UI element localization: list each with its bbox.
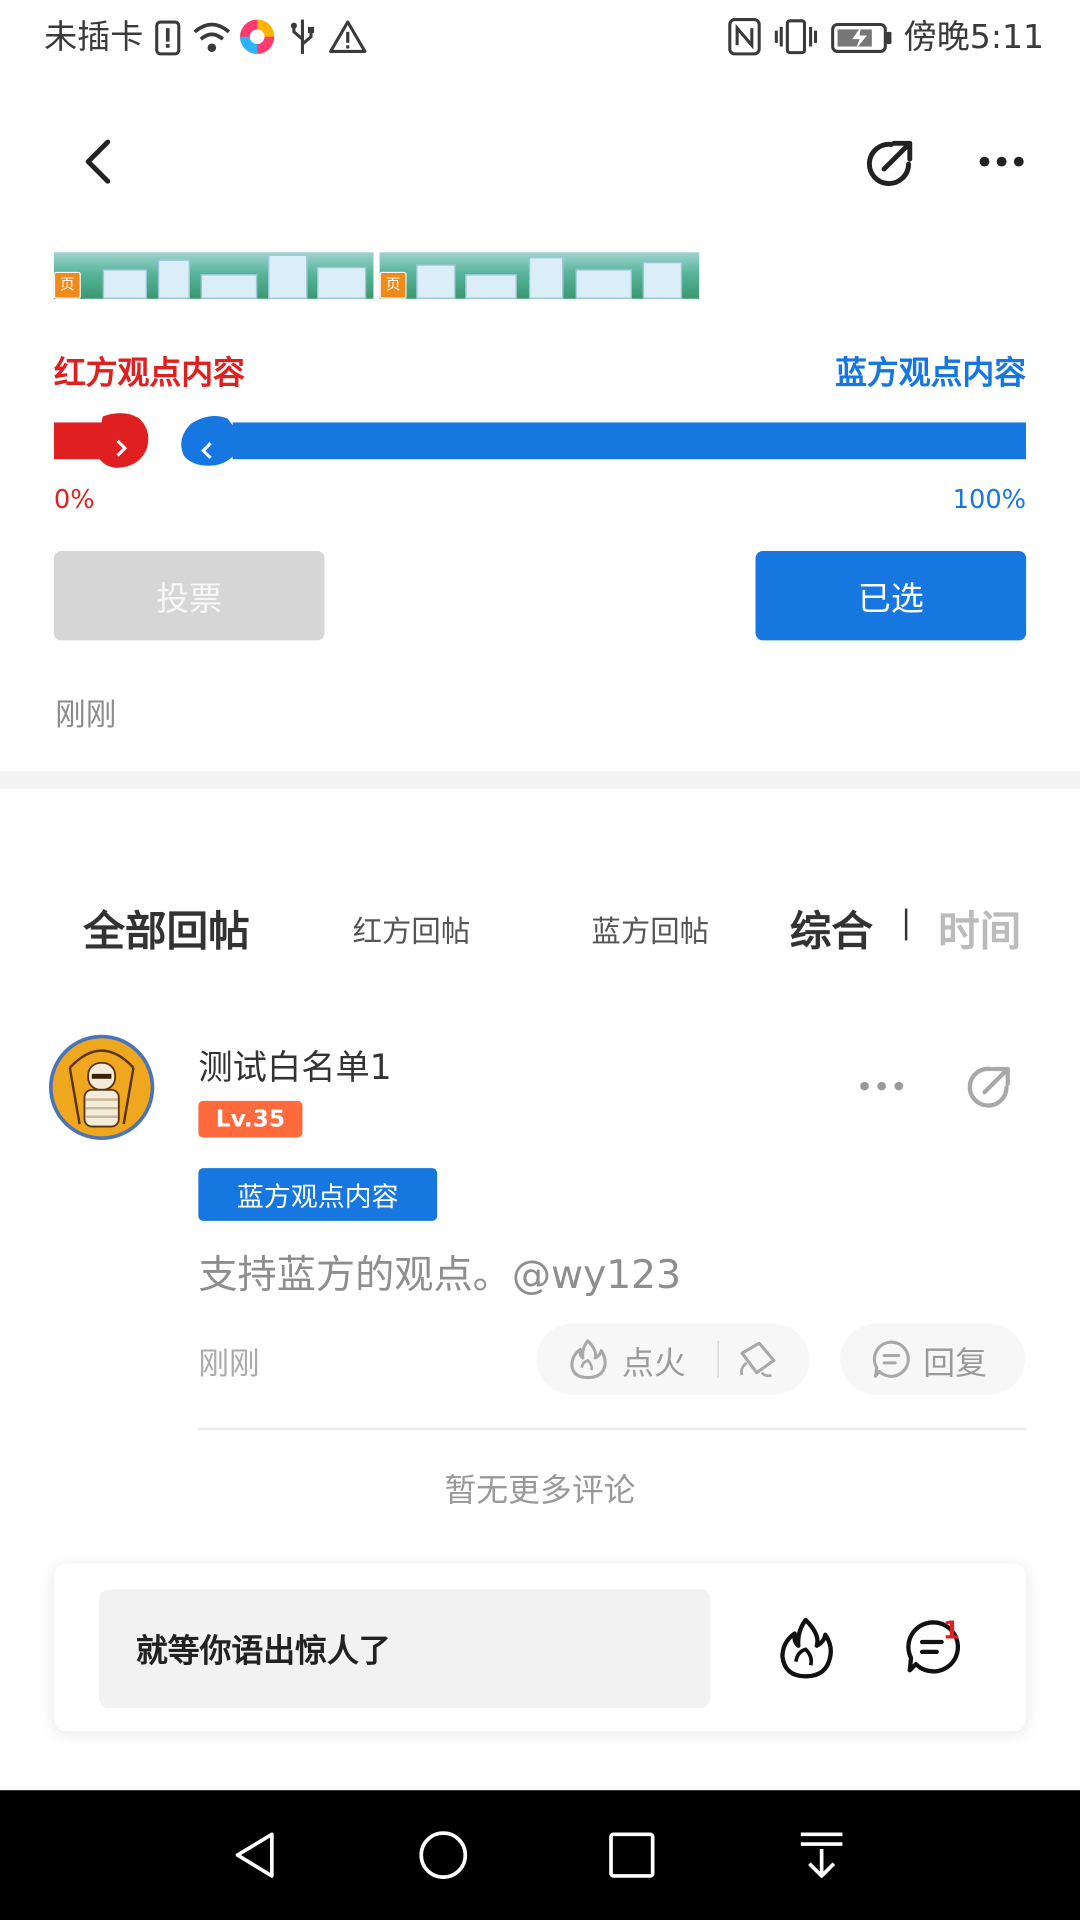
tab-blue-replies[interactable]: 蓝方回帖 (591, 907, 709, 950)
tab-red-replies[interactable]: 红方回帖 (353, 907, 471, 950)
more-dots-icon (979, 156, 1024, 167)
nav-back-icon[interactable] (230, 1829, 281, 1880)
reply-button[interactable]: 回复 (840, 1323, 1025, 1395)
level-badge: Lv.35 (198, 1100, 303, 1138)
vote-ratio-bar (53, 413, 1027, 468)
sort-time[interactable]: 时间 (938, 898, 1021, 958)
share-icon (866, 140, 913, 186)
section-divider (0, 771, 1080, 789)
share-button[interactable] (857, 132, 921, 196)
no-more-comments-text: 暂无更多评论 (444, 1473, 636, 1510)
vibrate-icon (774, 19, 818, 55)
comment-count-badge: 1 (942, 1615, 960, 1645)
usb-icon (290, 19, 315, 54)
topic-timestamp: 刚刚 (55, 696, 117, 733)
sort-composite[interactable]: 综合 (790, 898, 873, 958)
fire-button[interactable]: 点火 (536, 1323, 810, 1395)
avatar[interactable] (48, 1034, 155, 1141)
wifi-icon (193, 22, 231, 53)
comment-input[interactable]: 就等你语出惊人了 (99, 1589, 711, 1709)
fire-icon (570, 1339, 607, 1380)
nav-recents-icon[interactable] (607, 1831, 656, 1880)
sort-separator (904, 908, 908, 941)
tab-all-replies[interactable]: 全部回帖 (83, 898, 250, 958)
carrier-text: 未插卡 (44, 18, 144, 57)
chevron-left-icon (85, 139, 111, 184)
banner-image[interactable]: 页 (53, 252, 374, 299)
side-tag: 蓝方观点内容 (198, 1168, 438, 1221)
status-bar: 未插卡 傍晚5:11 (0, 0, 1080, 76)
clock-text: 傍晚5:11 (903, 18, 1045, 57)
nav-home-icon[interactable] (418, 1829, 469, 1880)
post-divider (198, 1427, 1027, 1431)
selected-button[interactable]: 已选 (755, 551, 1027, 641)
sim-alert-icon (155, 20, 181, 56)
post-more-button[interactable] (857, 1068, 906, 1105)
post-share-button[interactable] (962, 1060, 1016, 1114)
warning-icon (329, 20, 367, 53)
red-fist-icon (95, 413, 149, 468)
blue-percentage: 100% (952, 484, 1027, 515)
post-username[interactable]: 测试白名单1 (198, 1041, 391, 1090)
fire-icon[interactable] (778, 1616, 834, 1680)
water-bucket-icon[interactable] (735, 1338, 782, 1380)
more-dots-icon (860, 1081, 904, 1091)
battery-icon (831, 22, 892, 53)
mummy-avatar-icon (68, 1049, 135, 1128)
red-side-label: 红方观点内容 (53, 355, 245, 392)
red-percentage: 0% (53, 484, 95, 515)
vote-button[interactable]: 投票 (53, 551, 325, 641)
comment-icon (872, 1340, 910, 1378)
post-content: 支持蓝方的观点。@wy123 (198, 1251, 682, 1298)
blue-bar (232, 422, 1027, 460)
back-button[interactable] (64, 127, 133, 196)
nfc-icon (728, 18, 761, 56)
comment-input-placeholder: 就等你语出惊人了 (135, 1633, 391, 1671)
banner-image[interactable]: 页 (379, 252, 700, 299)
blue-side-label: 蓝方观点内容 (835, 355, 1027, 392)
system-nav-bar (0, 1790, 1080, 1920)
app-logo-icon (240, 19, 275, 54)
more-button[interactable] (972, 132, 1031, 191)
post-timestamp: 刚刚 (198, 1345, 260, 1382)
share-icon (967, 1066, 1010, 1108)
comment-composer: 就等你语出惊人了 1 (53, 1563, 1027, 1732)
reply-label: 回复 (923, 1345, 987, 1383)
nav-notification-pull-icon[interactable] (796, 1829, 847, 1880)
fire-label: 点火 (622, 1345, 686, 1383)
